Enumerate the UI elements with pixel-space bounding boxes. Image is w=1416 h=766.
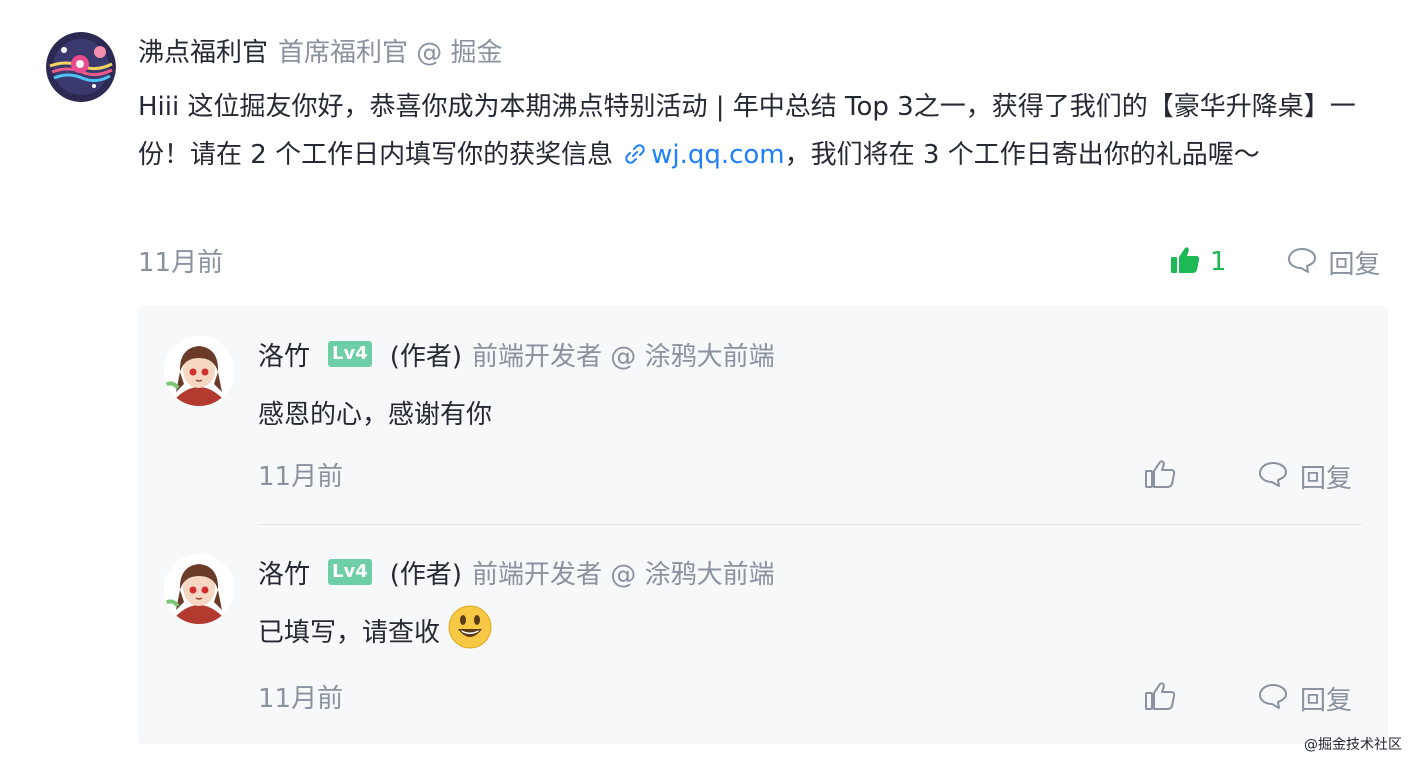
comment-content: Hiii 这位掘友你好，恭喜你成为本期沸点特别活动 | 年中总结 Top 3之一… [138, 83, 1388, 182]
watermark: @掘金技术社区 [1304, 737, 1402, 753]
reply-button[interactable]: 回复 [1258, 458, 1352, 495]
reply-content: 感恩的心，感谢有你 [258, 388, 492, 436]
author-tag: (作者) [389, 341, 463, 372]
comment-header: 沸点福利官 首席福利官 @ 掘金 [138, 30, 503, 70]
avatar[interactable] [164, 336, 234, 406]
comment-actions: 1 回复 [1170, 242, 1390, 282]
author-title: 前端开发者 @ 涂鸦大前端 [472, 559, 775, 590]
reply-header: 洛竹 Lv4 (作者) 前端开发者 @ 涂鸦大前端 [258, 552, 775, 592]
comment-bubble-icon [1287, 246, 1317, 278]
comment-thread: 沸点福利官 首席福利官 @ 掘金 Hiii 这位掘友你好，恭喜你成为本期沸点特别… [0, 0, 1416, 766]
reply-time: 11月前 [258, 684, 344, 714]
thumbs-up-filled-icon [1170, 246, 1200, 278]
reply-button[interactable]: 回复 [1258, 680, 1352, 717]
reply-label: 回复 [1328, 249, 1381, 280]
reply-label: 回复 [1300, 685, 1353, 716]
comment-text-tail: ，我们将在 3 个工作日寄出你的礼品喔～ [784, 140, 1260, 170]
author-name[interactable]: 沸点福利官 [138, 32, 268, 69]
author-name[interactable]: 洛竹 [258, 554, 310, 591]
like-button[interactable]: 1 [1170, 246, 1227, 278]
replies-panel: 洛竹 Lv4 (作者) 前端开发者 @ 涂鸦大前端 感恩的心，感谢有你 11月前 [138, 306, 1388, 744]
smiley-emoji [448, 605, 492, 656]
reply-button[interactable]: 回复 [1287, 244, 1381, 281]
author-tag: (作者) [389, 559, 463, 590]
reply-actions: 回复 [1144, 456, 1352, 496]
reply-header: 洛竹 Lv4 (作者) 前端开发者 @ 涂鸦大前端 [258, 334, 775, 374]
thumbs-up-outline-icon [1144, 682, 1176, 715]
reply-text: 感恩的心，感谢有你 [258, 399, 493, 430]
level-badge: Lv4 [328, 559, 372, 585]
author-title: 前端开发者 @ 涂鸦大前端 [472, 341, 775, 372]
like-count: 1 [1210, 247, 1227, 277]
author-name[interactable]: 洛竹 [258, 336, 310, 373]
like-button[interactable] [1144, 459, 1176, 493]
author-title: 首席福利官 @ 掘金 [278, 37, 503, 68]
reply-time: 11月前 [258, 462, 344, 492]
comment-time: 11月前 [138, 248, 224, 278]
reply-actions: 回复 [1144, 678, 1352, 718]
reply-label: 回复 [1300, 463, 1353, 494]
like-button[interactable] [1144, 681, 1176, 715]
comment-bubble-icon [1258, 682, 1288, 714]
reply-content: 已填写，请查收 [258, 605, 492, 656]
comment-bubble-icon [1258, 460, 1288, 492]
avatar[interactable] [46, 32, 116, 102]
level-badge: Lv4 [328, 341, 372, 367]
reply-text: 已填写，请查收 [258, 617, 441, 648]
prize-form-link[interactable]: wj.qq.com [651, 140, 785, 170]
avatar[interactable] [164, 554, 234, 624]
link-icon [623, 134, 647, 182]
thumbs-up-outline-icon [1144, 460, 1176, 493]
reply-divider [258, 524, 1362, 525]
